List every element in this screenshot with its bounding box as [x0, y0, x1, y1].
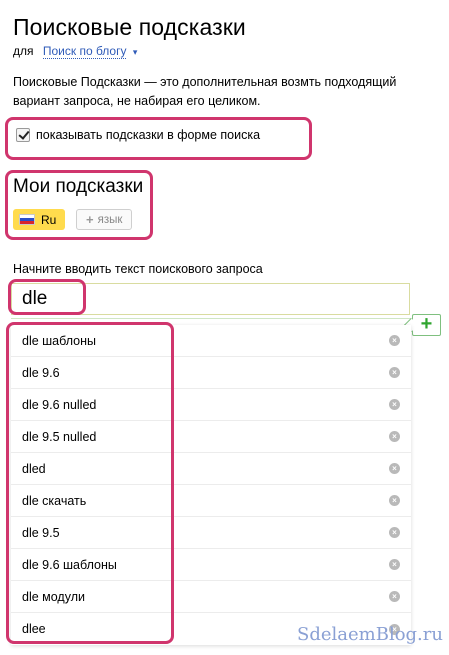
delete-icon[interactable]: ×: [389, 431, 400, 442]
suggestion-item[interactable]: dle 9.6 nulled ×: [11, 389, 411, 421]
show-hints-label: показывать подсказки в форме поиска: [36, 128, 261, 142]
input-underline: [11, 318, 411, 319]
delete-icon[interactable]: ×: [389, 335, 400, 346]
russian-flag-icon: [19, 214, 35, 225]
add-language-label: язык: [97, 213, 123, 226]
add-hint-button[interactable]: +: [403, 313, 441, 336]
suggestion-text: dle 9.6 nulled: [22, 397, 97, 412]
suggestion-text: dle 9.5 nulled: [22, 429, 97, 444]
delete-icon[interactable]: ×: [389, 591, 400, 602]
delete-icon[interactable]: ×: [389, 559, 400, 570]
suggestion-item[interactable]: dled ×: [11, 453, 411, 485]
watermark-text: SdelaemBlog.ru: [297, 624, 443, 645]
suggestion-text: dle модули: [22, 589, 85, 604]
my-hints-title: Мои подсказки: [13, 176, 144, 197]
delete-icon[interactable]: ×: [389, 495, 400, 506]
plus-icon: +: [86, 212, 94, 227]
show-hints-checkbox-row[interactable]: показывать подсказки в форме поиска: [16, 128, 260, 142]
query-input[interactable]: [11, 283, 410, 315]
suggestion-text: dlee: [22, 622, 46, 636]
language-tag-ru[interactable]: Ru: [13, 209, 66, 230]
delete-icon[interactable]: ×: [389, 463, 400, 474]
suggestion-text: dle скачать: [22, 493, 87, 508]
suggestion-text: dle 9.6 шаблоны: [22, 557, 117, 572]
query-input-label: Начните вводить текст поискового запроса: [13, 262, 263, 276]
delete-icon[interactable]: ×: [389, 399, 400, 410]
suggestion-item[interactable]: dle скачать ×: [11, 485, 411, 517]
suggestion-item[interactable]: dle модули ×: [11, 581, 411, 613]
suggestion-item[interactable]: dle 9.6 ×: [11, 357, 411, 389]
delete-icon[interactable]: ×: [389, 527, 400, 538]
add-language-button[interactable]: + язык: [76, 209, 133, 230]
suggestion-list: dle шаблоны × dle 9.6 × dle 9.6 nulled ×…: [11, 325, 411, 645]
show-hints-checkbox[interactable]: [16, 128, 30, 142]
delete-icon[interactable]: ×: [389, 367, 400, 378]
suggestion-item[interactable]: dle 9.5 ×: [11, 517, 411, 549]
scope-selector: для Поиск по блогу ▾: [13, 44, 138, 59]
dropdown-arrow-icon[interactable]: ▾: [133, 47, 138, 57]
suggestion-item[interactable]: dle 9.5 nulled ×: [11, 421, 411, 453]
suggestion-text: dled: [22, 461, 46, 476]
scope-link[interactable]: Поиск по блогу: [42, 44, 127, 59]
page-title: Поисковые подсказки: [13, 14, 246, 40]
plus-icon: +: [420, 313, 433, 335]
language-label: Ru: [41, 212, 57, 227]
scope-prefix: для: [13, 44, 34, 58]
suggestion-text: dle 9.5: [22, 525, 60, 540]
suggestion-item[interactable]: dle 9.6 шаблоны ×: [11, 549, 411, 581]
suggestion-text: dle 9.6: [22, 365, 60, 380]
suggestion-text: dle шаблоны: [22, 333, 97, 348]
description-text: Поисковые Подсказки — это дополнительная…: [13, 75, 397, 108]
suggestion-item[interactable]: dle шаблоны ×: [11, 325, 411, 357]
